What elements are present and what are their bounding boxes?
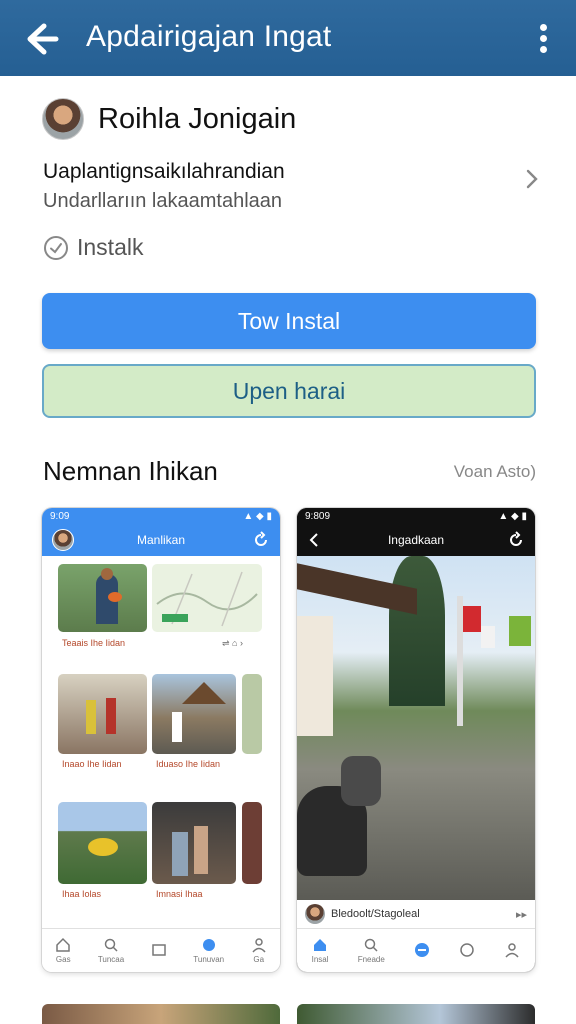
check-circle-icon bbox=[44, 235, 68, 260]
author-row: Bledoolt/Stagoleal ▸▸ bbox=[297, 900, 535, 928]
nav-label: Gas bbox=[55, 955, 71, 964]
app-title: Apdairigajan Ingat bbox=[86, 20, 332, 53]
nav-search: Fneade bbox=[358, 937, 385, 964]
refresh-icon bbox=[255, 531, 267, 546]
search-icon bbox=[104, 938, 118, 952]
more-icon: ▸▸ bbox=[515, 908, 527, 921]
map-thumbnail bbox=[152, 564, 262, 632]
nav-label: Tuncaa bbox=[97, 955, 125, 964]
back-arrow-icon[interactable] bbox=[22, 20, 62, 58]
map-icon bbox=[156, 571, 258, 627]
photo-mountain bbox=[58, 802, 147, 884]
nav-messages bbox=[459, 942, 475, 960]
nav-library bbox=[151, 942, 167, 960]
profile-icon bbox=[505, 942, 519, 958]
screenshot-right-title: Ingadkaan bbox=[387, 533, 445, 547]
profile-icon bbox=[252, 938, 266, 953]
open-button[interactable]: Upen harai bbox=[42, 364, 536, 418]
library-icon bbox=[152, 943, 166, 956]
screenshot-left[interactable]: 9:09 ▲ ◆ ▮ Manlikan Teaais Ihe Iidan ⇌ ⌂… bbox=[42, 508, 280, 972]
screenshot-right-appbar: Ingadkaan bbox=[297, 524, 535, 556]
photo-partial bbox=[242, 674, 262, 754]
avatar bbox=[42, 98, 84, 140]
nav-label: Insal bbox=[311, 955, 329, 964]
nav-profile: Ga bbox=[251, 937, 267, 964]
caption: Imnasi Ihaa bbox=[156, 889, 203, 899]
photo-market bbox=[152, 802, 236, 884]
caption: Iduaso Ihe Iidan bbox=[156, 759, 221, 769]
nav-home: Insal bbox=[312, 937, 329, 964]
avatar bbox=[52, 529, 74, 551]
nav-updates: Tunuvan bbox=[193, 937, 224, 964]
caption: Inaao Ihe Iidan bbox=[62, 759, 122, 769]
screenshot-peek[interactable] bbox=[42, 1004, 280, 1024]
developer-profile[interactable]: Roihla Jonigain bbox=[42, 98, 296, 140]
nav-label: Fneade bbox=[357, 955, 385, 964]
screenshot-peek[interactable] bbox=[297, 1004, 535, 1024]
screenshot-left-bottom-nav: Gas Tuncaa Tunuvan Ga bbox=[42, 928, 280, 972]
screenshots-section-meta[interactable]: Voan Asto) bbox=[454, 462, 536, 482]
search-icon bbox=[365, 938, 378, 952]
app-description-row[interactable]: Uaplantignsaikılahrandian Undarllarıın l… bbox=[43, 160, 543, 213]
screenshot-left-grid: Teaais Ihe Iidan ⇌ ⌂ › Inaao Ihe Iidan I… bbox=[42, 556, 280, 926]
screenshot-right[interactable]: 9:809 ▲ ◆ ▮ Ingadkaan Bledoolt/Stagoleal… bbox=[297, 508, 535, 972]
nav-label: Ga bbox=[253, 955, 265, 964]
install-status: Instalk bbox=[43, 234, 143, 261]
create-icon bbox=[415, 942, 430, 957]
app-bar: Apdairigajan Ingat bbox=[0, 0, 576, 76]
nav-search: Tuncaa bbox=[98, 937, 124, 964]
home-icon bbox=[56, 937, 71, 952]
caption: Ihaa Iolas bbox=[62, 889, 102, 899]
status-bar: 9:809 ▲ ◆ ▮ bbox=[297, 508, 535, 524]
author-name: Bledoolt/Stagoleal bbox=[331, 908, 420, 920]
caption: Teaais Ihe Iidan bbox=[62, 638, 126, 648]
chat-icon bbox=[460, 942, 474, 957]
description-line-1: Uaplantignsaikılahrandian bbox=[43, 160, 285, 183]
photo-temple bbox=[152, 674, 236, 754]
street-photo bbox=[297, 556, 535, 900]
screenshot-right-bottom-nav: Insal Fneade bbox=[297, 928, 535, 972]
developer-name: Roihla Jonigain bbox=[98, 102, 297, 135]
flag bbox=[481, 626, 495, 648]
description-line-2: Undarllarıın lakaamtahlaan bbox=[43, 190, 283, 212]
rock-peak bbox=[389, 556, 445, 706]
refresh-icon bbox=[510, 531, 522, 546]
wall-left bbox=[297, 616, 333, 736]
status-bar: 9:09 ▲ ◆ ▮ bbox=[42, 508, 280, 524]
status-time: 9:09 bbox=[50, 510, 70, 522]
screenshot-left-title: Manlikan bbox=[136, 533, 186, 547]
nav-profile bbox=[504, 942, 520, 960]
chevron-right-icon bbox=[526, 169, 538, 189]
nav-home: Gas bbox=[55, 937, 71, 964]
updates-icon bbox=[202, 939, 215, 951]
install-button[interactable]: Tow Instal bbox=[42, 293, 536, 349]
install-status-label: Instalk bbox=[77, 234, 144, 260]
nav-label: Tunuvan bbox=[193, 955, 225, 964]
avatar bbox=[305, 904, 325, 924]
flag bbox=[509, 616, 531, 646]
back-arrow-icon bbox=[309, 533, 318, 547]
flag bbox=[463, 606, 481, 632]
more-options-icon[interactable] bbox=[540, 24, 548, 54]
photo-partial bbox=[242, 802, 262, 884]
motorcycle bbox=[341, 756, 381, 806]
photo-street bbox=[58, 674, 147, 754]
status-icons: ▲ ◆ ▮ bbox=[243, 510, 272, 522]
nav-create bbox=[414, 942, 430, 960]
screenshot-left-appbar: Manlikan bbox=[42, 524, 280, 556]
screenshots-section-title: Nemnan Ihikan bbox=[43, 456, 218, 486]
photo-people bbox=[58, 564, 147, 632]
home-icon bbox=[314, 939, 327, 951]
status-time: 9:809 bbox=[305, 510, 331, 522]
status-icons: ▲ ◆ ▮ bbox=[498, 510, 527, 522]
caption-icons: ⇌ ⌂ › bbox=[222, 638, 243, 648]
